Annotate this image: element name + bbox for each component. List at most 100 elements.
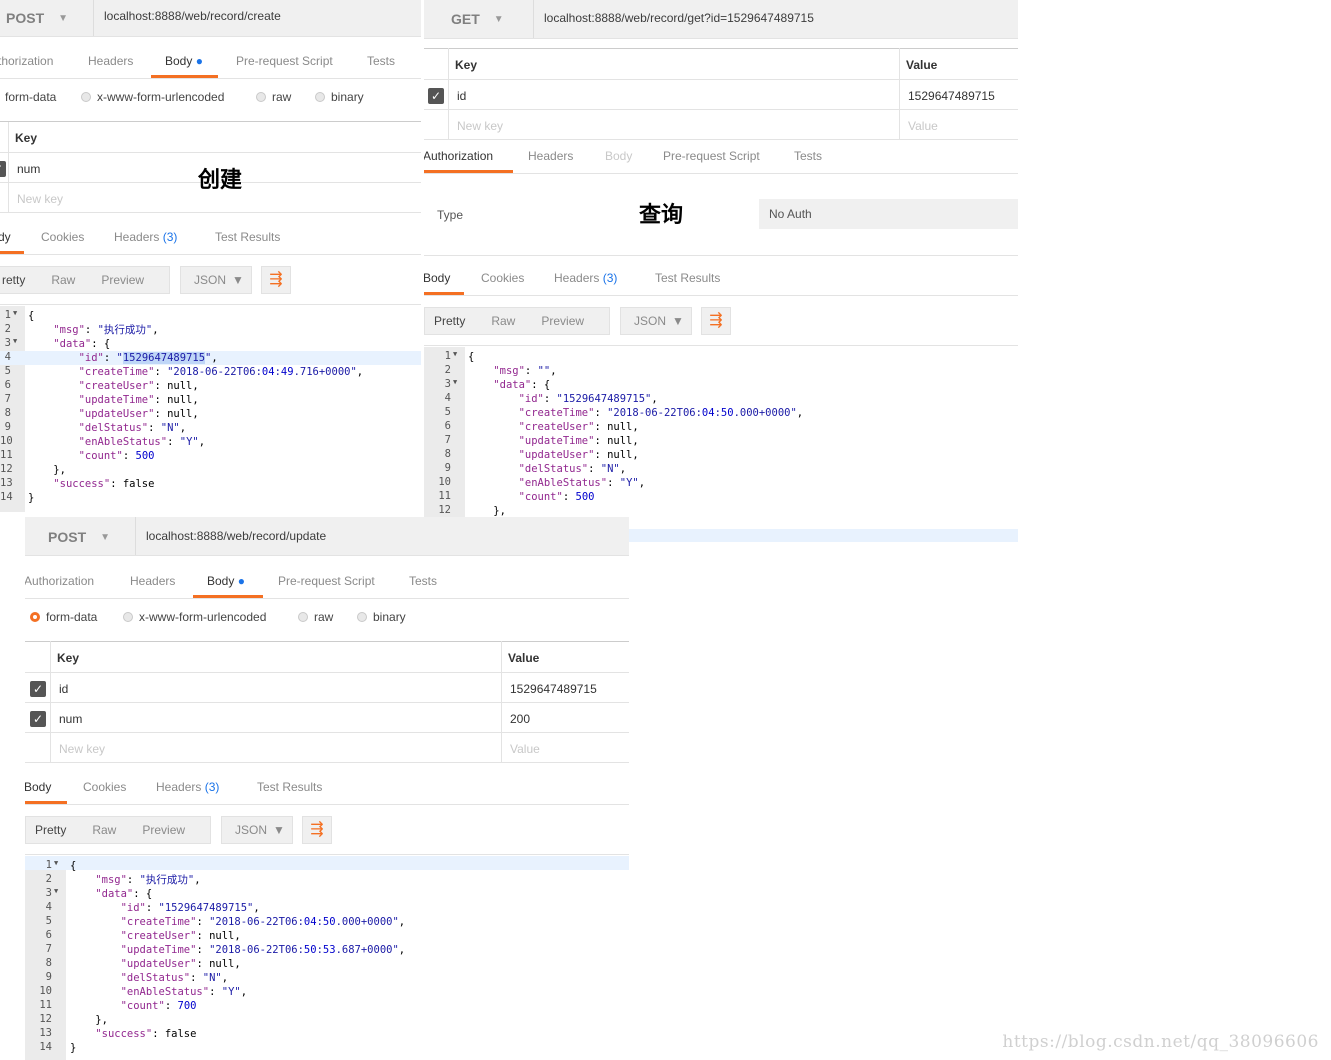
chevron-down-icon: ▼ (273, 823, 285, 837)
resp-tab-body[interactable]: Body (424, 271, 450, 285)
auth-type-select[interactable]: No Auth (759, 199, 1018, 229)
code-line: "delStatus": "N", (78, 422, 187, 434)
url-input[interactable]: localhost:8888/web/record/get?id=1529647… (544, 11, 814, 25)
response-json-editor[interactable]: 1 ▼{2 "msg": "", 3 ▼ "data": {4 "id": "1529… (424, 347, 1018, 542)
radio-binary[interactable]: binary (315, 90, 364, 104)
new-key-input[interactable]: New key (59, 742, 105, 756)
response-json-editor[interactable]: 1 ▼{2 "msg": "执行成功", 3 ▼ "data": {4 "id": "… (0, 306, 421, 512)
line-number: 11 (0, 449, 13, 461)
radio-raw[interactable]: raw (256, 90, 291, 104)
method-label: POST (48, 529, 87, 545)
resp-tab-cookies[interactable]: Cookies (83, 780, 126, 794)
resp-tab-cookies[interactable]: Cookies (41, 230, 84, 244)
resp-tab-body[interactable]: dy (0, 230, 11, 244)
tab-pre-request-script[interactable]: Pre-request Script (278, 574, 375, 588)
tab-pre-request-script[interactable]: Pre-request Script (236, 54, 333, 68)
tab-pre-request-script[interactable]: Pre-request Script (663, 149, 760, 163)
row-checkbox[interactable]: ✓ (0, 161, 6, 177)
code-line: "enAbleStatus": "Y", (78, 436, 206, 448)
code-line: "success": false (53, 478, 155, 490)
query-panel: GET ▼ localhost:8888/web/record/get?id=1… (424, 0, 1018, 542)
tab-headers[interactable]: Headers (528, 149, 573, 163)
resp-tab-body[interactable]: Body (25, 780, 51, 794)
tab-headers[interactable]: Headers (88, 54, 133, 68)
view-preview-button[interactable]: Preview (528, 314, 597, 328)
row-checkbox[interactable]: ✓ (30, 711, 46, 727)
method-select[interactable]: POST ▼ (48, 529, 110, 545)
radio-raw[interactable]: raw (298, 610, 333, 624)
view-pretty-button[interactable]: Pretty (26, 823, 79, 837)
view-pretty-button[interactable]: retty (0, 273, 38, 287)
tab-authorization[interactable]: thorization (0, 54, 53, 68)
resp-tab-test-results[interactable]: Test Results (655, 271, 720, 285)
param-value-id[interactable]: 1529647489715 (908, 89, 995, 103)
tab-body[interactable]: Body ● (165, 54, 203, 68)
url-input[interactable]: localhost:8888/web/record/create (104, 9, 281, 23)
line-number: 2 (444, 364, 451, 376)
line-number: 14 (0, 491, 13, 503)
url-input[interactable]: localhost:8888/web/record/update (146, 529, 326, 543)
resp-tab-headers[interactable]: Headers (3) (554, 271, 617, 285)
fold-arrow-icon[interactable]: ▼ (13, 309, 17, 323)
method-select[interactable]: POST ▼ (6, 10, 68, 26)
radio-urlencoded[interactable]: x-www-form-urlencoded (123, 610, 266, 624)
param-key-id[interactable]: id (59, 682, 68, 696)
radio-binary[interactable]: binary (357, 610, 406, 624)
fold-arrow-icon[interactable]: ▼ (54, 887, 58, 901)
radio-label: raw (314, 610, 334, 624)
wrap-lines-icon[interactable]: ⇶ (302, 816, 332, 844)
tab-tests[interactable]: Tests (794, 149, 822, 163)
resp-tab-test-results[interactable]: Test Results (215, 230, 280, 244)
method-select[interactable]: GET ▼ (451, 11, 504, 27)
format-select[interactable]: JSON ▼ (221, 816, 293, 844)
view-raw-button[interactable]: Raw (38, 273, 88, 287)
radio-form-data[interactable]: form-data (30, 610, 97, 624)
wrap-lines-icon[interactable]: ⇶ (701, 307, 731, 335)
resp-tab-test-results[interactable]: Test Results (257, 780, 322, 794)
new-value-input[interactable]: Value (908, 119, 938, 133)
tab-authorization[interactable]: Authorization (25, 574, 94, 588)
param-key-num[interactable]: num (17, 162, 40, 176)
view-preview-button[interactable]: Preview (88, 273, 157, 287)
new-value-input[interactable]: Value (510, 742, 540, 756)
format-select[interactable]: JSON ▼ (620, 307, 692, 335)
row-checkbox[interactable]: ✓ (30, 681, 46, 697)
tab-label: Headers (114, 230, 160, 244)
param-key-num[interactable]: num (59, 712, 82, 726)
resp-tab-headers[interactable]: Headers (3) (114, 230, 177, 244)
fold-arrow-icon[interactable]: ▼ (453, 350, 457, 364)
view-preview-button[interactable]: Preview (129, 823, 198, 837)
resp-tab-headers[interactable]: Headers (3) (156, 780, 219, 794)
tab-tests[interactable]: Tests (409, 574, 437, 588)
tab-headers[interactable]: Headers (130, 574, 175, 588)
fold-arrow-icon[interactable]: ▼ (54, 859, 58, 873)
tab-body[interactable]: Body ● (207, 574, 245, 588)
radio-label: binary (331, 90, 364, 104)
tab-tests[interactable]: Tests (367, 54, 395, 68)
line-number: 6 (444, 420, 451, 432)
view-raw-button[interactable]: Raw (79, 823, 129, 837)
chevron-down-icon: ▼ (100, 531, 111, 543)
response-json-editor[interactable]: 1 ▼{2 "msg": "执行成功", 3 ▼ "data": {4 "id": "… (25, 856, 629, 1060)
param-value-id[interactable]: 1529647489715 (510, 682, 597, 696)
auth-type-value: No Auth (769, 207, 812, 221)
format-select[interactable]: JSON ▼ (180, 266, 252, 294)
tab-body[interactable]: Body (605, 149, 632, 163)
view-raw-button[interactable]: Raw (478, 314, 528, 328)
fold-arrow-icon[interactable]: ▼ (13, 337, 17, 351)
resp-tab-cookies[interactable]: Cookies (481, 271, 524, 285)
param-key-id[interactable]: id (457, 89, 466, 103)
view-pretty-button[interactable]: Pretty (425, 314, 478, 328)
wrap-lines-icon[interactable]: ⇶ (261, 266, 291, 294)
radio-form-data[interactable]: form-data (5, 90, 56, 104)
code-line: }, (468, 505, 506, 517)
row-checkbox[interactable]: ✓ (428, 88, 444, 104)
new-key-input[interactable]: New key (457, 119, 503, 133)
tab-authorization[interactable]: Authorization (424, 149, 493, 163)
line-number: 7 (444, 434, 451, 446)
new-key-input[interactable]: New key (17, 192, 63, 206)
fold-arrow-icon[interactable]: ▼ (453, 378, 457, 392)
radio-urlencoded[interactable]: x-www-form-urlencoded (81, 90, 224, 104)
param-value-num[interactable]: 200 (510, 712, 530, 726)
chevron-down-icon: ▼ (58, 12, 69, 24)
